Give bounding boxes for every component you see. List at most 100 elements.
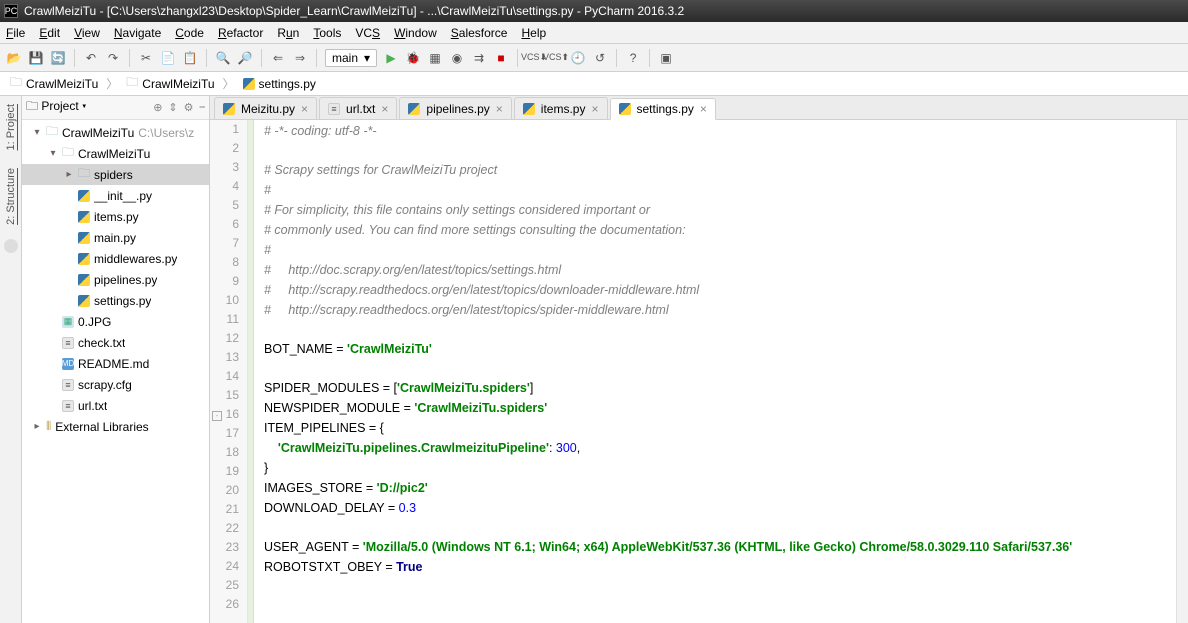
breadcrumb[interactable]: 🗀CrawlMeiziTu — [6, 73, 102, 94]
breadcrumb[interactable]: settings.py — [239, 77, 320, 91]
line-number[interactable]: 4 — [210, 179, 247, 198]
vcs-history-icon[interactable]: 🕘 — [570, 50, 586, 66]
menu-code[interactable]: Code — [175, 26, 204, 40]
line-number[interactable]: 6 — [210, 217, 247, 236]
tree-row[interactable]: __init__.py — [22, 185, 209, 206]
line-number[interactable]: 19 — [210, 464, 247, 483]
close-icon[interactable]: × — [381, 102, 388, 116]
tree-twisty-icon[interactable]: ▸ — [64, 169, 74, 180]
line-number[interactable]: 20 — [210, 483, 247, 502]
copy-icon[interactable]: 📄 — [160, 50, 176, 66]
tree-row[interactable]: ▾🗀 CrawlMeiziTu — [22, 143, 209, 164]
tree-row[interactable]: items.py — [22, 206, 209, 227]
tree-row[interactable]: settings.py — [22, 290, 209, 311]
menu-navigate[interactable]: Navigate — [114, 26, 161, 40]
tree-row[interactable]: middlewares.py — [22, 248, 209, 269]
error-stripe[interactable] — [1176, 120, 1188, 623]
find-icon[interactable]: 🔍 — [215, 50, 231, 66]
line-number[interactable]: 24 — [210, 559, 247, 578]
code-editor[interactable]: # -*- coding: utf-8 -*- # Scrapy setting… — [254, 120, 1176, 623]
gear-icon[interactable]: ⚙ — [184, 101, 194, 114]
editor-tab[interactable]: settings.py× — [610, 98, 716, 120]
debug-icon[interactable]: 🐞 — [405, 50, 421, 66]
line-number[interactable]: 25 — [210, 578, 247, 597]
line-number[interactable]: 18 — [210, 445, 247, 464]
line-number[interactable]: 26 — [210, 597, 247, 616]
run-icon[interactable]: ▶ — [383, 50, 399, 66]
replace-icon[interactable]: 🔎 — [237, 50, 253, 66]
tool-tab-structure[interactable]: 2: Structure — [5, 164, 17, 229]
back-icon[interactable]: ⇐ — [270, 50, 286, 66]
line-number[interactable]: 14 — [210, 369, 247, 388]
menu-refactor[interactable]: Refactor — [218, 26, 263, 40]
save-icon[interactable]: 💾 — [28, 50, 44, 66]
line-number[interactable]: 13 — [210, 350, 247, 369]
concurrent-icon[interactable]: ⇉ — [471, 50, 487, 66]
editor-tab[interactable]: ≡url.txt× — [319, 97, 397, 119]
line-number[interactable]: 10 — [210, 293, 247, 312]
run-config-selector[interactable]: main ▾ — [325, 49, 377, 67]
editor-tab[interactable]: pipelines.py× — [399, 97, 511, 119]
tree-row[interactable]: MD README.md — [22, 353, 209, 374]
help-icon[interactable]: ? — [625, 50, 641, 66]
redo-icon[interactable]: ↷ — [105, 50, 121, 66]
coverage-icon[interactable]: ▦ — [427, 50, 443, 66]
project-tree[interactable]: ▾🗀 CrawlMeiziTu C:\Users\z▾🗀 CrawlMeiziT… — [22, 120, 209, 623]
line-number[interactable]: 22 — [210, 521, 247, 540]
line-number[interactable]: 11 — [210, 312, 247, 331]
tool-tab-project[interactable]: 1: Project — [5, 100, 17, 154]
line-number[interactable]: 23 — [210, 540, 247, 559]
close-icon[interactable]: × — [301, 102, 308, 116]
line-number[interactable]: 1 — [210, 122, 247, 141]
close-icon[interactable]: × — [496, 102, 503, 116]
line-number[interactable]: 21 — [210, 502, 247, 521]
vcs-update-icon[interactable]: VCS⬇ — [526, 50, 542, 66]
menu-file[interactable]: File — [6, 26, 25, 40]
close-icon[interactable]: × — [591, 102, 598, 116]
tree-row[interactable]: ▾🗀 CrawlMeiziTu C:\Users\z — [22, 122, 209, 143]
line-number[interactable]: 7 — [210, 236, 247, 255]
tree-twisty-icon[interactable]: ▾ — [32, 127, 42, 138]
profile-icon[interactable]: ◉ — [449, 50, 465, 66]
vcs-revert-icon[interactable]: ↺ — [592, 50, 608, 66]
editor-tab[interactable]: Meizitu.py× — [214, 97, 317, 119]
salesforce-icon[interactable]: ▣ — [658, 50, 674, 66]
line-number[interactable]: 12 — [210, 331, 247, 350]
tree-row[interactable]: pipelines.py — [22, 269, 209, 290]
menu-tools[interactable]: Tools — [313, 26, 341, 40]
menu-window[interactable]: Window — [394, 26, 437, 40]
cut-icon[interactable]: ✂ — [138, 50, 154, 66]
target-icon[interactable]: ⊕ — [153, 101, 162, 114]
menu-help[interactable]: Help — [521, 26, 546, 40]
hide-icon[interactable]: ⎯ — [200, 101, 206, 114]
tree-twisty-icon[interactable]: ▾ — [48, 148, 58, 159]
tree-row[interactable]: ▸⦀ External Libraries — [22, 416, 209, 437]
breadcrumb[interactable]: 🗀CrawlMeiziTu — [122, 73, 218, 94]
line-number[interactable]: 9 — [210, 274, 247, 293]
vcs-commit-icon[interactable]: VCS⬆ — [548, 50, 564, 66]
menu-vcs[interactable]: VCS — [355, 26, 380, 40]
line-number[interactable]: 15 — [210, 388, 247, 407]
line-number[interactable]: 17 — [210, 426, 247, 445]
menu-salesforce[interactable]: Salesforce — [451, 26, 508, 40]
line-number[interactable]: 3 — [210, 160, 247, 179]
menu-run[interactable]: Run — [277, 26, 299, 40]
line-gutter[interactable]: 12345678910111213141516-1718192021222324… — [210, 120, 248, 623]
tree-twisty-icon[interactable]: ▸ — [32, 421, 42, 432]
menu-view[interactable]: View — [74, 26, 100, 40]
undo-icon[interactable]: ↶ — [83, 50, 99, 66]
collapse-icon[interactable]: ⇕ — [168, 101, 177, 114]
tree-row[interactable]: ▸🗀 spiders — [22, 164, 209, 185]
project-view-selector[interactable]: 🗀 Project ▾ — [26, 97, 86, 118]
stop-icon[interactable]: ■ — [493, 50, 509, 66]
tree-row[interactable]: ≡ check.txt — [22, 332, 209, 353]
fold-icon[interactable]: - — [212, 411, 222, 421]
close-icon[interactable]: × — [700, 102, 707, 116]
tree-row[interactable]: ▦ 0.JPG — [22, 311, 209, 332]
line-number[interactable]: 5 — [210, 198, 247, 217]
tree-row[interactable]: ≡ scrapy.cfg — [22, 374, 209, 395]
line-number[interactable]: 2 — [210, 141, 247, 160]
line-number[interactable]: 8 — [210, 255, 247, 274]
sync-icon[interactable]: 🔄 — [50, 50, 66, 66]
tree-row[interactable]: ≡ url.txt — [22, 395, 209, 416]
